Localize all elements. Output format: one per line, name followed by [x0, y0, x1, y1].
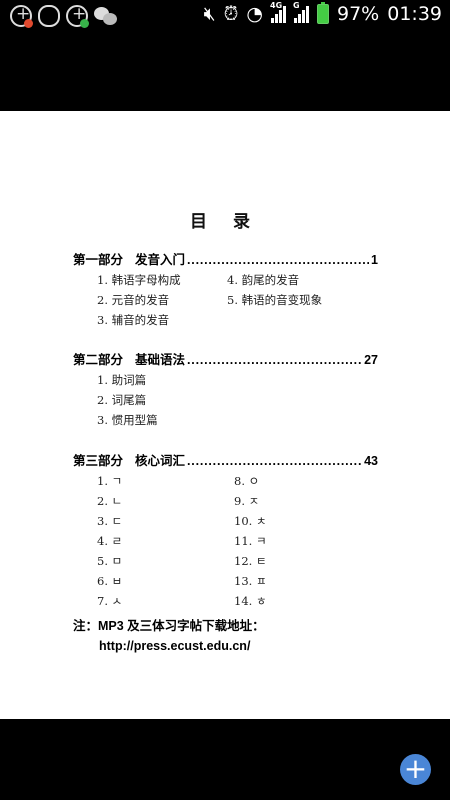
document-page[interactable]: 目 录 第一部分 发音入门 1 1. 韩语字母构成 2. 元音的发音 3. 辅音… — [0, 111, 450, 719]
toc-item: 3. ㄷ — [97, 514, 123, 528]
wifi-icon: ◔ — [246, 3, 263, 25]
toc-item: 1. ㄱ — [97, 474, 123, 488]
signal-g-icon: G — [293, 1, 309, 23]
toc-item: 3. 惯用型篇 — [97, 413, 158, 427]
toc-item: 8. ㅇ — [234, 474, 260, 488]
toc-item: 6. ㅂ — [97, 574, 123, 588]
toc-item: 3. 辅音的发音 — [97, 313, 170, 327]
add-button[interactable]: + — [400, 754, 431, 785]
toc-item: 2. ㄴ — [97, 494, 123, 508]
download-note: 注：MP3 及三体习字帖下载地址： http://press.ecust.edu… — [73, 616, 265, 656]
toc-item: 9. ㅈ — [234, 494, 260, 508]
app-notification-icon — [10, 4, 33, 28]
toc-item: 7. ㅅ — [97, 594, 123, 608]
toc-item: 14. ㅎ — [234, 594, 267, 608]
dot-leader — [187, 454, 362, 468]
plus-icon: + — [403, 752, 428, 785]
section-part-label: 第二部分 — [73, 353, 124, 367]
chat-bubble-icon — [38, 5, 60, 27]
toc-item: 4. 韵尾的发音 — [227, 273, 300, 287]
note-text: 注：MP3 及三体习字帖下载地址： — [73, 619, 265, 633]
toc-item: 12. ㅌ — [234, 554, 267, 568]
wechat-icon — [94, 5, 118, 27]
toc-section-heading[interactable]: 第二部分 基础语法 27 — [73, 349, 378, 368]
download-url-link[interactable]: http://press.ecust.edu.cn/ — [73, 636, 265, 656]
toc-item: 1. 助词篇 — [97, 373, 147, 387]
section-name: 发音入门 — [135, 253, 186, 267]
dot-leader — [187, 253, 369, 267]
dot-leader — [187, 353, 362, 367]
app-update-icon — [66, 4, 89, 28]
toc-item: 13. ㅍ — [234, 574, 267, 588]
toc-section-3[interactable]: 第三部分 核心词汇 43 1. ㄱ 2. ㄴ 3. ㄷ 4. ㄹ 5. ㅁ 6.… — [73, 450, 378, 613]
toc-section-heading[interactable]: 第三部分 核心词汇 43 — [73, 450, 378, 469]
clock: 01:39 — [387, 3, 442, 25]
network-g-label: G — [293, 1, 300, 10]
toc-item: 2. 元音的发音 — [97, 293, 170, 307]
status-bar: 🔇︎ ⏰︎ ◔ 4G G 97% 01:39 — [0, 0, 450, 32]
toc-item: 1. 韩语字母构成 — [97, 273, 181, 287]
toc-section-2[interactable]: 第二部分 基础语法 27 1. 助词篇 2. 词尾篇 3. 惯用型篇 — [73, 349, 378, 432]
section-name: 基础语法 — [135, 353, 186, 367]
battery-percent: 97% — [337, 3, 380, 25]
signal-4g-icon: 4G — [270, 1, 286, 23]
toc-item: 10. ㅊ — [234, 514, 267, 528]
toc-item: 11. ㅋ — [234, 534, 267, 548]
mute-icon: 🔇︎ — [203, 3, 216, 25]
network-4g-label: 4G — [270, 1, 283, 10]
toc-item: 5. ㅁ — [97, 554, 123, 568]
section-name: 核心词汇 — [135, 454, 186, 468]
section-page-number: 27 — [364, 353, 378, 367]
toc-item: 4. ㄹ — [97, 534, 123, 548]
toc-title: 目 录 — [190, 212, 260, 232]
battery-charging-icon — [317, 2, 329, 24]
toc-section-heading[interactable]: 第一部分 发音入门 1 — [73, 249, 378, 268]
toc-item: 5. 韩语的音变现象 — [227, 293, 323, 307]
section-page-number: 1 — [371, 253, 378, 267]
toc-item: 2. 词尾篇 — [97, 393, 147, 407]
alarm-icon: ⏰︎ — [223, 3, 239, 25]
section-page-number: 43 — [364, 454, 378, 468]
section-part-label: 第三部分 — [73, 454, 124, 468]
toc-section-1[interactable]: 第一部分 发音入门 1 1. 韩语字母构成 2. 元音的发音 3. 辅音的发音 … — [73, 249, 378, 332]
section-part-label: 第一部分 — [73, 253, 124, 267]
